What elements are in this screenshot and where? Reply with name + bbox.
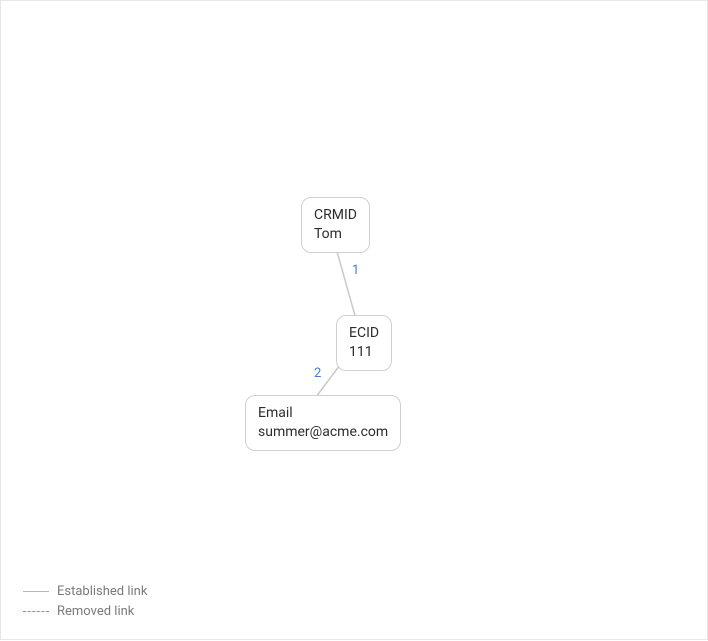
edge-label-1: 1 [352,263,359,278]
node-value: summer@acme.com [258,423,388,442]
legend: Established link Removed link [23,581,147,621]
node-ecid[interactable]: ECID 111 [336,315,392,371]
legend-established: Established link [23,581,147,601]
legend-removed: Removed link [23,601,147,621]
node-type: CRMID [314,206,357,225]
node-crmid[interactable]: CRMID Tom [301,197,370,253]
edge-label-2: 2 [314,366,321,381]
node-type: Email [258,404,388,423]
legend-label: Established link [57,584,147,599]
node-email[interactable]: Email summer@acme.com [245,395,401,451]
legend-label: Removed link [57,604,134,619]
node-value: 111 [349,343,379,362]
identity-graph-canvas: 1 2 CRMID Tom ECID 111 Email summer@acme… [0,0,708,640]
legend-line-solid-icon [23,591,49,592]
legend-line-dashed-icon [23,611,49,612]
node-type: ECID [349,324,379,343]
node-value: Tom [314,225,357,244]
